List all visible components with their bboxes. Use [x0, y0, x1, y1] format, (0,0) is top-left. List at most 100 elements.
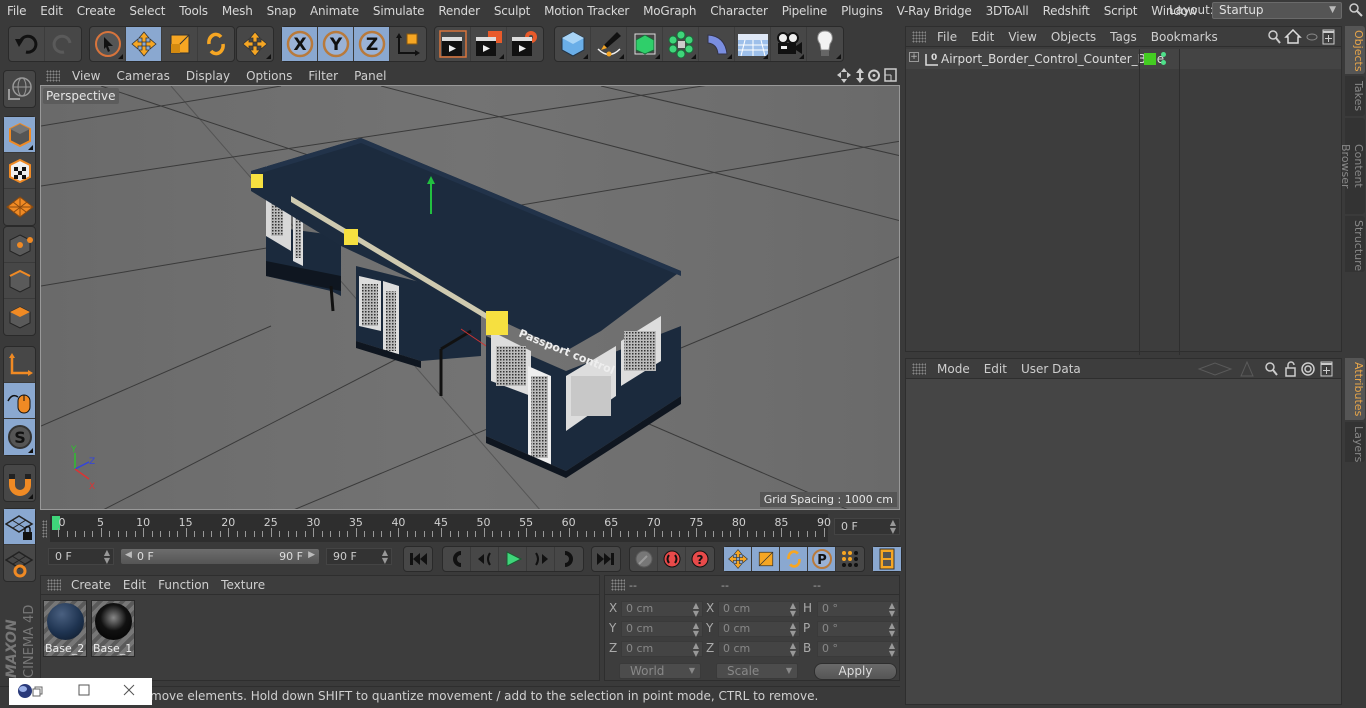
- object-name[interactable]: Airport_Border_Control_Counter_Blue: [941, 52, 1164, 66]
- back-arrow-icon[interactable]: [1197, 362, 1233, 376]
- maximize-icon[interactable]: [78, 684, 90, 696]
- undo-button[interactable]: [9, 27, 45, 61]
- layout-dropdown[interactable]: Startup ▼: [1212, 2, 1342, 19]
- menu-sculpt[interactable]: Sculpt: [487, 4, 537, 18]
- lock-workplane-button[interactable]: [4, 509, 35, 545]
- search-icon[interactable]: [1268, 30, 1281, 44]
- menu-pipeline[interactable]: Pipeline: [775, 4, 834, 18]
- workplane-mode-button[interactable]: [4, 189, 35, 225]
- object-menu-bookmarks[interactable]: Bookmarks: [1144, 30, 1225, 44]
- tab-attributes[interactable]: Attributes: [1345, 358, 1365, 420]
- panel-grip-icon[interactable]: [47, 579, 61, 591]
- menu-character[interactable]: Character: [703, 4, 774, 18]
- rot-h-field[interactable]: 0 ° ▲ ▼: [817, 601, 899, 618]
- material-swatch-base-1[interactable]: Base_1: [91, 600, 135, 657]
- 3d-viewport[interactable]: Passport control Y Z X Perspective Grid …: [40, 85, 900, 510]
- size-z-field[interactable]: 0 cm ▲ ▼: [718, 641, 800, 658]
- scale-key-button[interactable]: [752, 547, 780, 571]
- menu-redshift[interactable]: Redshift: [1036, 4, 1097, 18]
- menu-mesh[interactable]: Mesh: [215, 4, 260, 18]
- viewport-menu-filter[interactable]: Filter: [300, 69, 346, 83]
- menu-mograph[interactable]: MoGraph: [636, 4, 703, 18]
- range-right-arrow-icon[interactable]: ▶: [308, 550, 315, 560]
- move-tool-button[interactable]: [126, 27, 162, 61]
- render-visibility-dot[interactable]: [1161, 60, 1166, 65]
- visibility-icon[interactable]: [1306, 33, 1318, 41]
- live-selection-button[interactable]: [90, 27, 126, 61]
- coordinate-space-dropdown[interactable]: World ▼: [619, 663, 701, 679]
- last-tool-button[interactable]: [237, 27, 273, 61]
- panel-grip-icon[interactable]: [912, 30, 926, 43]
- menu-script[interactable]: Script: [1097, 4, 1145, 18]
- parameter-key-button[interactable]: P: [808, 547, 836, 571]
- tab-layers[interactable]: Layers: [1345, 422, 1365, 462]
- restore-icon[interactable]: [32, 686, 43, 697]
- expand-icon[interactable]: +: [909, 52, 919, 62]
- frame-range-slider[interactable]: ◀ 0 F 90 F ▶: [120, 548, 320, 565]
- viewport-menu-display[interactable]: Display: [178, 69, 238, 83]
- snap-button[interactable]: [4, 465, 35, 501]
- deformer-button[interactable]: [699, 27, 735, 61]
- cloner-button[interactable]: [663, 27, 699, 61]
- workplane-rotate-button[interactable]: [4, 545, 35, 581]
- menu-vray-bridge[interactable]: V-Ray Bridge: [890, 4, 979, 18]
- lock-icon[interactable]: [1285, 361, 1296, 377]
- tab-takes[interactable]: Takes: [1345, 76, 1365, 116]
- pan-view-icon[interactable]: [837, 68, 851, 83]
- material-menu-texture[interactable]: Texture: [215, 578, 271, 592]
- viewport-menu-view[interactable]: View: [64, 69, 108, 83]
- layer-color-swatch[interactable]: [1144, 53, 1156, 65]
- menu-file[interactable]: File: [0, 4, 33, 18]
- previous-key-button[interactable]: [443, 547, 471, 571]
- subdivision-button[interactable]: [627, 27, 663, 61]
- object-menu-file[interactable]: File: [930, 30, 964, 44]
- redo-button[interactable]: [45, 27, 81, 61]
- attributes-menu-mode[interactable]: Mode: [930, 362, 977, 376]
- record-keys-button[interactable]: [630, 547, 658, 571]
- next-frame-button[interactable]: [527, 547, 555, 571]
- viewport-menu-options[interactable]: Options: [238, 69, 300, 83]
- end-frame-field[interactable]: 90 F ▲ ▼: [326, 548, 392, 565]
- size-y-field[interactable]: 0 cm ▲ ▼: [718, 621, 800, 638]
- timeline-grip-icon[interactable]: [42, 520, 47, 538]
- object-row[interactable]: + 0 Airport_Border_Control_Counter_Blue: [906, 49, 1341, 355]
- render-view-button[interactable]: [435, 27, 471, 61]
- current-frame-field[interactable]: 0 F ▲ ▼: [834, 518, 900, 535]
- rot-p-field[interactable]: 0 ° ▲ ▼: [817, 621, 899, 638]
- texture-mode-button[interactable]: [4, 153, 35, 189]
- cube-button[interactable]: [555, 27, 591, 61]
- pen-button[interactable]: [591, 27, 627, 61]
- camera-button[interactable]: [771, 27, 807, 61]
- size-x-field[interactable]: 0 cm ▲ ▼: [718, 601, 800, 618]
- tab-content-browser[interactable]: Content Browser: [1339, 118, 1365, 214]
- menu-plugins[interactable]: Plugins: [834, 4, 890, 18]
- menu-create[interactable]: Create: [70, 4, 123, 18]
- model-mode-button[interactable]: [4, 117, 35, 153]
- maximize-view-icon[interactable]: [884, 68, 897, 82]
- render-settings-button[interactable]: [507, 27, 543, 61]
- solo-mode-button[interactable]: S: [4, 419, 35, 455]
- x-axis-button[interactable]: X: [282, 27, 318, 61]
- menu-snap[interactable]: Snap: [260, 4, 303, 18]
- menu-select[interactable]: Select: [122, 4, 172, 18]
- home-icon[interactable]: [1284, 29, 1302, 44]
- polygons-mode-button[interactable]: [4, 299, 35, 335]
- material-menu-create[interactable]: Create: [65, 578, 117, 592]
- close-icon[interactable]: [123, 684, 135, 696]
- axis-mode-button[interactable]: [4, 347, 35, 383]
- panel-grip-icon[interactable]: [46, 69, 60, 82]
- rotation-key-button[interactable]: [780, 547, 808, 571]
- position-key-button[interactable]: [724, 547, 752, 571]
- points-mode-button[interactable]: [4, 227, 35, 263]
- material-swatch-base-2[interactable]: Base_2: [43, 600, 87, 657]
- floor-button[interactable]: [735, 27, 771, 61]
- transform-mode-dropdown[interactable]: Scale ▼: [716, 663, 798, 679]
- tab-objects[interactable]: Objects: [1345, 26, 1365, 74]
- pos-z-field[interactable]: 0 cm ▲ ▼: [621, 641, 703, 658]
- menu-edit[interactable]: Edit: [33, 4, 69, 18]
- play-button[interactable]: [499, 547, 527, 571]
- menu-simulate[interactable]: Simulate: [366, 4, 431, 18]
- up-arrow-icon[interactable]: [1240, 361, 1254, 377]
- timeline-window-button[interactable]: [873, 547, 901, 571]
- object-menu-edit[interactable]: Edit: [964, 30, 1001, 44]
